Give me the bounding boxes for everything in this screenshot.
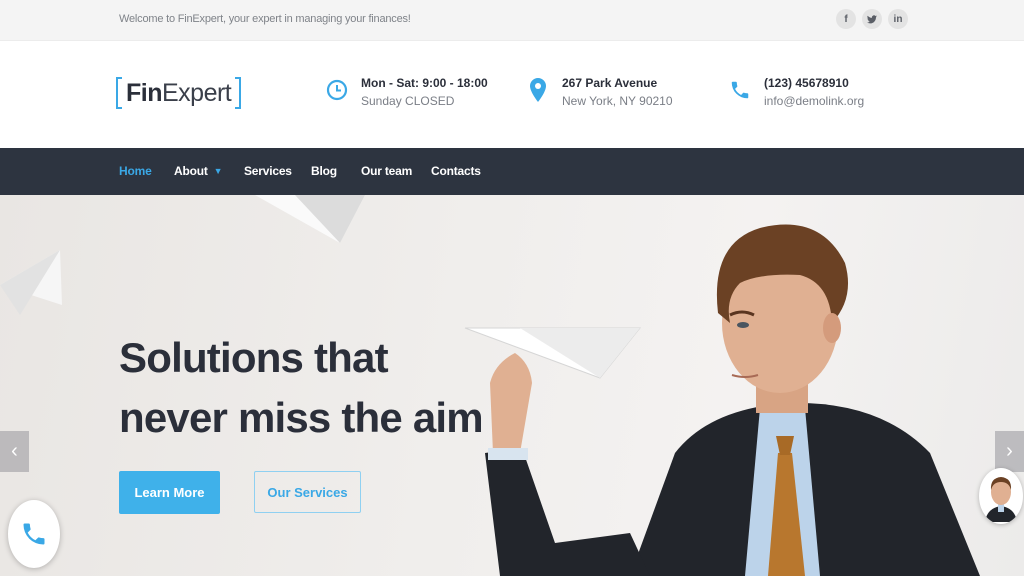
nav-item-contacts[interactable]: Contacts (431, 164, 481, 178)
hero-title-line-1: Solutions that (119, 334, 389, 381)
clock-icon (325, 75, 349, 105)
our-services-button[interactable]: Our Services (254, 471, 361, 513)
person-avatar-icon (985, 477, 1017, 522)
businessman-image (464, 224, 980, 576)
logo-text-light: Expert (162, 78, 232, 107)
linkedin-icon[interactable]: in (888, 9, 908, 29)
address-city: New York, NY 90210 (562, 94, 673, 108)
opening-hours: Mon - Sat: 9:00 - 18:00 Sunday CLOSED (325, 75, 488, 111)
logo-text: FinExpert (122, 79, 235, 108)
nav-item-blog[interactable]: Blog (311, 164, 337, 178)
welcome-message: Welcome to FinExpert, your expert in man… (119, 13, 411, 25)
top-bar: Welcome to FinExpert, your expert in man… (0, 0, 1024, 41)
hero-slider: Solutions that never miss the aim Learn … (0, 195, 1024, 576)
chevron-down-icon: ▼ (213, 166, 223, 176)
twitter-icon[interactable] (862, 9, 882, 29)
slider-next-arrow[interactable]: › (995, 431, 1024, 472)
hours-weekdays: Mon - Sat: 9:00 - 18:00 (361, 76, 488, 90)
phone-icon (728, 75, 752, 105)
nav-item-services[interactable]: Services (244, 164, 292, 178)
nav-item-home[interactable]: Home (119, 164, 152, 178)
hero-title-line-2: never miss the aim (119, 394, 484, 441)
nav-item-about[interactable]: About ▼ (174, 164, 223, 178)
phone-icon (23, 523, 45, 545)
main-navigation: Home About ▼ Services Blog Our team Conta… (0, 148, 1024, 195)
hero-title: Solutions that never miss the aim (119, 328, 499, 448)
call-button[interactable] (8, 500, 60, 568)
paper-plane-image (255, 195, 365, 243)
consultant-avatar[interactable] (979, 468, 1023, 524)
address-street: 267 Park Avenue (562, 76, 658, 90)
phone-number[interactable]: (123) 45678910 (764, 75, 864, 92)
slider-prev-arrow[interactable]: ‹ (0, 431, 29, 472)
site-header: FinExpert Mon - Sat: 9:00 - 18:00 Sunday… (0, 41, 1024, 148)
finexpert-logo[interactable]: FinExpert (116, 76, 242, 110)
location-pin-icon (526, 75, 550, 105)
email-address[interactable]: info@demolink.org (764, 92, 864, 111)
logo-text-bold: Fin (126, 78, 163, 107)
nav-item-about-label: About (174, 164, 208, 178)
contact-info: (123) 45678910 info@demolink.org (728, 75, 864, 111)
office-address: 267 Park Avenue New York, NY 90210 (526, 75, 673, 111)
hours-sunday: Sunday CLOSED (361, 94, 455, 108)
paper-plane-image (0, 250, 62, 315)
logo-bracket-right (235, 77, 242, 109)
facebook-icon[interactable]: f (836, 9, 856, 29)
nav-item-our-team[interactable]: Our team (361, 164, 412, 178)
learn-more-button[interactable]: Learn More (119, 471, 220, 514)
